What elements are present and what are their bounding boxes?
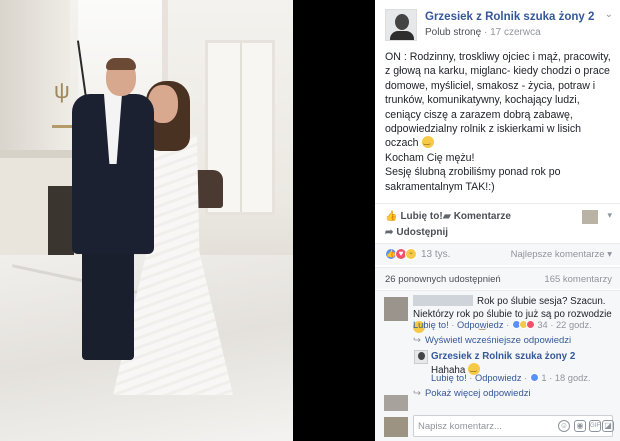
current-user-avatar [384,417,408,437]
post-date[interactable]: 17 czerwca [490,27,541,38]
post-text-para2: Kocham Cię mężu! [385,151,475,164]
haha-reaction-icon[interactable]: ᵕ [405,248,417,260]
share-arrow-icon: ➦ [385,227,394,238]
like-button-label: Lubię to! [400,211,443,222]
comment-bubble-icon: ▰ [443,211,451,222]
post-photo[interactable] [0,0,293,441]
love-reaction-icon [525,320,535,329]
reply-meta: Lubię to! · Odpowiedz · 1 · 18 godz. [431,373,591,383]
share-button[interactable]: ➦ Udostępnij [385,227,448,238]
post-text-para3: Sesję ślubną zrobiliśmy ponad rok po sak… [385,166,561,193]
meta-separator: · [550,320,554,330]
post-text-para1: ON : Rodzinny, troskliwy ojciec i mąż, p… [385,51,611,150]
reply-reaction-count[interactable]: 1 [541,373,546,383]
reply-author-avatar[interactable] [414,350,428,364]
caret-down-icon[interactable]: ▾ [607,210,612,221]
comment-reaction-count[interactable]: 34 [537,320,547,330]
viewer-avatar[interactable] [582,210,598,224]
camera-icon[interactable]: ◉ [574,420,586,432]
post-header: Grzesiek z Rolnik szuka żony 2 Polub str… [385,9,613,41]
more-replies-link[interactable]: ↪ Pokaż więcej odpowiedzi [413,388,531,399]
sticker-icon[interactable]: ◪ [602,420,614,432]
meta-separator: · [524,373,528,383]
more-replies-label: Pokaż więcej odpowiedzi [424,388,531,399]
previous-replies-link[interactable]: ↪ Wyświetl wcześniejsze odpowiedzi [413,335,571,346]
chevron-down-icon[interactable]: ⌄ [605,9,613,20]
meta-separator: · [451,320,455,330]
comment-like-link[interactable]: Lubię to! [413,320,449,330]
comment-button[interactable]: ▰ Komentarze [443,211,511,222]
emoji-icon[interactable]: ☺ [558,420,570,432]
like-reaction-icon [529,373,539,382]
comment-body: Rok po ślubie sesja? Szacun. Niektórzy r… [413,296,612,320]
like-button[interactable]: 👍 Lubię to! [385,211,443,222]
meta-separator: · [483,27,488,38]
comment-sort-dropdown[interactable]: Najlepsze komentarze ▾ [511,249,612,260]
reply-like-link[interactable]: Lubię to! [431,373,467,383]
post-actions: 👍 Lubię to! ▰ Komentarze ➦ Udostępnij ▾ [375,203,620,239]
reply-reply-link[interactable]: Odpowiedz [475,373,522,383]
thumbs-up-icon: 👍 [385,211,398,222]
comment-time[interactable]: 22 godz. [556,320,592,330]
reply-author-link[interactable]: Grzesiek z Rolnik szuka żony 2 [431,351,575,362]
share-button-label: Udostępnij [396,227,449,238]
like-page-link[interactable]: Polub stronę [425,27,481,38]
smiley-emoji-icon [421,136,434,149]
post-panel: Grzesiek z Rolnik szuka żony 2 Polub str… [375,0,620,441]
reactions-bar: 👍 ♥ ᵕ 13 tys. Najlepsze komentarze ▾ [375,243,620,265]
comment-input-box[interactable]: ☺ ◉ GIF ◪ [413,415,614,437]
comment-meta: Lubię to! · Odpowiedz · 34 · 22 godz. [413,320,592,330]
previous-replies-label: Wyświetl wcześniejsze odpowiedzi [424,335,572,346]
commenter-avatar[interactable] [384,297,408,321]
comment-sort-label: Najlepsze komentarze [510,249,605,260]
shares-count-link[interactable]: 26 ponownych udostępnień [385,274,501,285]
comments-section: Rok po ślubie sesja? Szacun. Niektórzy r… [375,290,620,441]
reply-time[interactable]: 18 godz. [555,373,591,383]
page-name-link[interactable]: Grzesiek z Rolnik szuka żony 2 [425,11,594,23]
reply-arrow-icon: ↪ [413,388,421,399]
comments-count-link[interactable]: 165 komentarzy [544,274,612,285]
meta-separator: · [469,373,473,383]
reactions-count[interactable]: 13 tys. [421,249,450,260]
reply-arrow-icon: ↪ [413,335,421,346]
meta-separator: · [506,320,510,330]
share-comment-counts: 26 ponownych udostępnień 165 komentarzy [375,267,620,289]
comment-button-label: Komentarze [453,211,511,222]
post-text: ON : Rodzinny, troskliwy ojciec i mąż, p… [385,50,613,194]
gif-icon[interactable]: GIF [589,420,601,432]
post-meta: Polub stronę · 17 czerwca [425,27,541,38]
comment-input[interactable] [414,416,534,436]
comment-reply-link[interactable]: Odpowiedz [457,320,504,330]
commenter-avatar[interactable] [384,395,408,411]
meta-separator: · [549,373,553,383]
photo-groom [64,58,154,360]
page-avatar[interactable] [385,9,417,41]
